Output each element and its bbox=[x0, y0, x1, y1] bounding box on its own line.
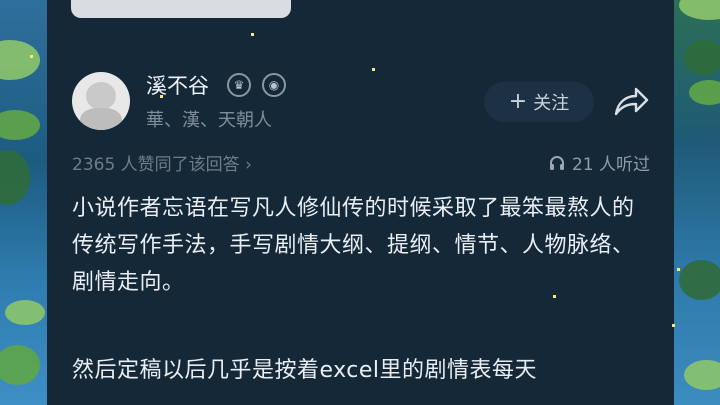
follow-label: 关注 bbox=[533, 93, 570, 114]
follow-button[interactable]: + 关注 bbox=[484, 82, 594, 122]
listen-count: 21 人听过 bbox=[548, 150, 650, 175]
likes-text: 2365 人赞同了该回答 bbox=[72, 155, 240, 175]
share-icon[interactable] bbox=[610, 84, 650, 118]
answer-panel: 溪不谷 ♛ ◉ 華、漢、天朝人 + 关注 2365 人赞同了该回答 › 21 人… bbox=[47, 0, 674, 405]
answer-paragraph-2: 然后定稿以后几乎是按着excel里的剧情表每天 bbox=[72, 358, 538, 383]
left-background-art bbox=[0, 0, 47, 405]
sparkle-dot bbox=[672, 324, 675, 327]
headphones-icon bbox=[549, 155, 564, 170]
sparkle-dot bbox=[372, 68, 375, 71]
crown-badge-icon: ♛ bbox=[227, 73, 251, 97]
eye-badge-icon: ◉ bbox=[262, 73, 286, 97]
listen-text: 21 人听过 bbox=[571, 155, 650, 175]
author-name[interactable]: 溪不谷 bbox=[146, 70, 209, 100]
author-avatar[interactable] bbox=[72, 72, 130, 130]
image-thumbnail[interactable] bbox=[71, 0, 291, 18]
sparkle-dot bbox=[160, 95, 163, 98]
right-background-art bbox=[674, 0, 720, 405]
plus-icon: + bbox=[508, 89, 528, 114]
answer-paragraph-1: 小说作者忘语在写凡人修仙传的时候采取了最笨最熬人的传统写作手法，手写剧情大纲、提… bbox=[72, 196, 635, 295]
sparkle-dot bbox=[251, 33, 254, 36]
likes-summary[interactable]: 2365 人赞同了该回答 › bbox=[72, 150, 252, 175]
chevron-right-icon: › bbox=[245, 155, 252, 175]
sparkle-dot bbox=[30, 55, 33, 58]
author-bio: 華、漢、天朝人 bbox=[146, 110, 272, 131]
sparkle-dot bbox=[677, 268, 680, 271]
sparkle-dot bbox=[553, 295, 556, 298]
